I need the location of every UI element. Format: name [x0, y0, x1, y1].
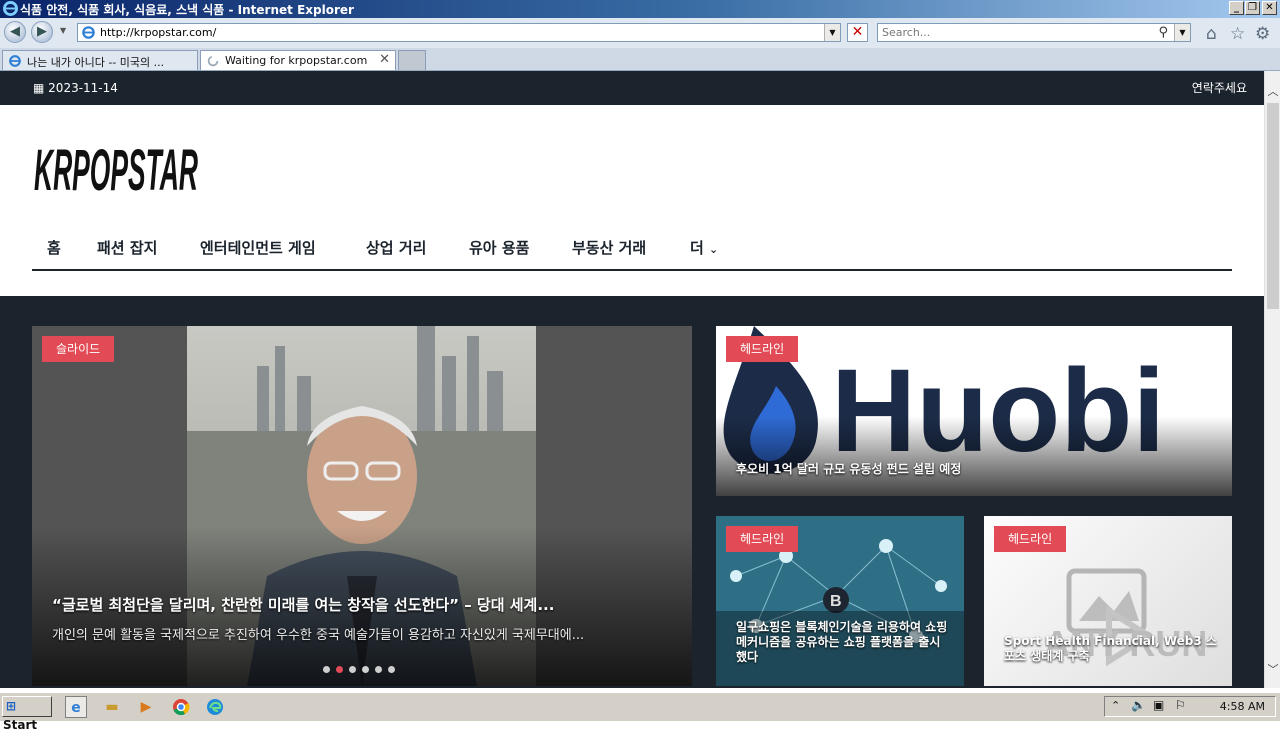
close-window-button[interactable]: ✕ [1262, 1, 1277, 15]
svg-text:B: B [830, 593, 842, 610]
recent-pages-dropdown-icon[interactable]: ▼ [60, 26, 66, 35]
tray-expand-icon[interactable]: ⌃ [1111, 699, 1120, 712]
menu-item-entertainment[interactable]: 엔터테인먼트 게임 [200, 237, 316, 258]
headline-card-sport[interactable]: ANY RUN 헤드라인 Sport Health Financial, Web… [984, 516, 1232, 686]
start-button[interactable]: ⊞ Start [2, 696, 52, 732]
tab-label: 나는 내가 아니다 -- 미국의 ... [27, 56, 165, 69]
date-display: ▦ 2023-11-14 [33, 81, 118, 95]
windows-taskbar: ⊞ Start e ▬ ▶ ⌃ 🔈 ▣ ⚐ 4:58 AM [0, 692, 1280, 732]
tab-1[interactable]: Waiting for krpopstar.com ✕ [200, 50, 396, 70]
internet-explorer-icon [3, 1, 18, 16]
slider-dot[interactable] [375, 666, 382, 673]
search-icon[interactable]: ⚲ [1158, 25, 1168, 40]
chevron-down-icon: ⌄ [709, 243, 719, 256]
slider-dot[interactable] [336, 666, 343, 673]
tab-page-icon [9, 55, 21, 67]
search-placeholder[interactable]: Search... [882, 26, 930, 39]
slider-badge[interactable]: 슬라이드 [42, 336, 115, 362]
slide-description: 개인의 문예 활동을 국제적으로 추진하여 우수한 중국 예술가들이 용감하고 … [52, 628, 585, 643]
start-label: Start [3, 718, 38, 732]
headline-title[interactable]: 일구쇼핑은 블록체인기술을 리용하여 쇼핑 메커니즘을 공유하는 쇼핑 플랫폼을… [736, 620, 950, 665]
main-menu: 홈 패션 잡지 엔터테인먼트 게임 상업 거리 유아 용품 부동산 거래 더 ⌄ [32, 229, 1232, 271]
minimize-button[interactable]: _ [1229, 1, 1244, 15]
restore-button[interactable]: ❐ [1245, 1, 1260, 15]
headline-card-huobi[interactable]: Huobi 헤드라인 후오비 1억 달러 규모 유동성 펀드 설립 예정 [716, 326, 1232, 496]
vertical-scrollbar[interactable]: ︿ ﹀ [1264, 71, 1280, 688]
tab-0[interactable]: 나는 내가 아니다 -- 미국의 ... [2, 50, 198, 70]
contact-link[interactable]: 연락주세요 [1192, 79, 1247, 96]
menu-item-home[interactable]: 홈 [47, 237, 61, 258]
taskbar-ie-icon[interactable]: e [65, 696, 87, 718]
navigation-bar: ◀ ▶ ▼ http://krpopstar.com/ ▼ ✕ Search..… [0, 18, 1280, 48]
stop-button[interactable]: ✕ [847, 23, 868, 42]
new-tab-button[interactable] [398, 50, 426, 70]
forward-button[interactable]: ▶ [31, 21, 53, 43]
tab-label: Waiting for krpopstar.com [225, 54, 368, 67]
headline-card-blockchain[interactable]: B 헤드라인 일구쇼핑은 블록체인기술을 리용하여 쇼핑 메커니즘을 공유하는 … [716, 516, 964, 686]
network-icon[interactable]: ▣ [1153, 698, 1164, 712]
window-title-bar: 식품 안전, 식품 회사, 식음료, 스낵 식품 - Internet Expl… [0, 0, 1280, 18]
site-top-strip: ▦ 2023-11-14 연락주세요 [0, 71, 1264, 105]
slider-dot[interactable] [323, 666, 330, 673]
windows-logo-icon: ⊞ [6, 699, 17, 713]
address-bar[interactable]: http://krpopstar.com/ ▼ [77, 23, 841, 42]
address-dropdown-icon[interactable]: ▼ [824, 24, 840, 41]
headline-badge[interactable]: 헤드라인 [994, 526, 1067, 552]
headline-badge[interactable]: 헤드라인 [726, 336, 799, 362]
scroll-up-icon[interactable]: ︿ [1265, 83, 1280, 99]
taskbar-chrome-icon[interactable] [170, 696, 192, 718]
calendar-icon: ▦ [33, 81, 45, 95]
scroll-down-icon[interactable]: ﹀ [1265, 661, 1280, 677]
back-arrow-icon: ◀ [10, 24, 20, 39]
menu-item-baby[interactable]: 유아 용품 [469, 237, 529, 258]
menu-item-fashion[interactable]: 패션 잡지 [97, 237, 157, 258]
action-center-flag-icon[interactable]: ⚐ [1175, 698, 1186, 712]
headline-title[interactable]: 후오비 1억 달러 규모 유동성 펀드 설립 예정 [736, 460, 961, 477]
address-url[interactable]: http://krpopstar.com/ [100, 26, 216, 39]
taskbar-folder-icon[interactable]: ▬ [101, 696, 123, 718]
stop-icon: ✕ [851, 24, 864, 40]
headline-badge[interactable]: 헤드라인 [726, 526, 799, 552]
taskbar-media-player-icon[interactable]: ▶ [135, 696, 157, 718]
favorites-star-icon[interactable]: ☆ [1230, 24, 1245, 44]
system-tray: ⌃ 🔈 ▣ ⚐ 4:58 AM [1104, 696, 1276, 717]
loading-spinner-icon [207, 55, 219, 67]
menu-item-realestate[interactable]: 부동산 거래 [572, 237, 646, 258]
tab-bar: 나는 내가 아니다 -- 미국의 ... Waiting for krpopst… [0, 48, 1280, 71]
site-logo[interactable]: KRPOPSTAR [34, 136, 198, 196]
volume-icon[interactable]: 🔈 [1131, 698, 1146, 712]
search-box[interactable]: Search... ⚲ ▼ [877, 23, 1191, 42]
slider-dot[interactable] [388, 666, 395, 673]
tools-gear-icon[interactable]: ⚙ [1255, 24, 1270, 44]
taskbar-edge-icon[interactable] [204, 696, 226, 718]
menu-more-label: 더 [690, 239, 704, 257]
slider-dot[interactable] [349, 666, 356, 673]
page-icon [82, 26, 95, 39]
search-dropdown-icon[interactable]: ▼ [1174, 24, 1190, 41]
forward-arrow-icon: ▶ [37, 24, 47, 39]
home-icon[interactable]: ⌂ [1206, 24, 1217, 44]
featured-slider[interactable]: 슬라이드 “글로벌 최첨단을 달리며, 찬란한 미래를 여는 창작을 선도한다”… [32, 326, 692, 686]
logo-text: KRPOPSTAR [34, 138, 198, 196]
slide-title[interactable]: “글로벌 최첨단을 달리며, 찬란한 미래를 여는 창작을 선도한다” – 당대… [52, 594, 672, 615]
menu-item-more[interactable]: 더 ⌄ [690, 237, 718, 258]
scrollbar-thumb[interactable] [1267, 103, 1279, 309]
headline-title[interactable]: Sport Health Financial, Web3 스포츠 생태계 구축 [1004, 634, 1220, 664]
window-title: 식품 안전, 식품 회사, 식음료, 스낵 식품 - Internet Expl… [20, 3, 354, 17]
slider-dot[interactable] [362, 666, 369, 673]
menu-item-commerce[interactable]: 상업 거리 [366, 237, 426, 258]
back-button[interactable]: ◀ [4, 21, 26, 43]
date-text: 2023-11-14 [48, 81, 118, 95]
clock[interactable]: 4:58 AM [1220, 700, 1265, 713]
close-tab-icon[interactable]: ✕ [379, 52, 390, 67]
